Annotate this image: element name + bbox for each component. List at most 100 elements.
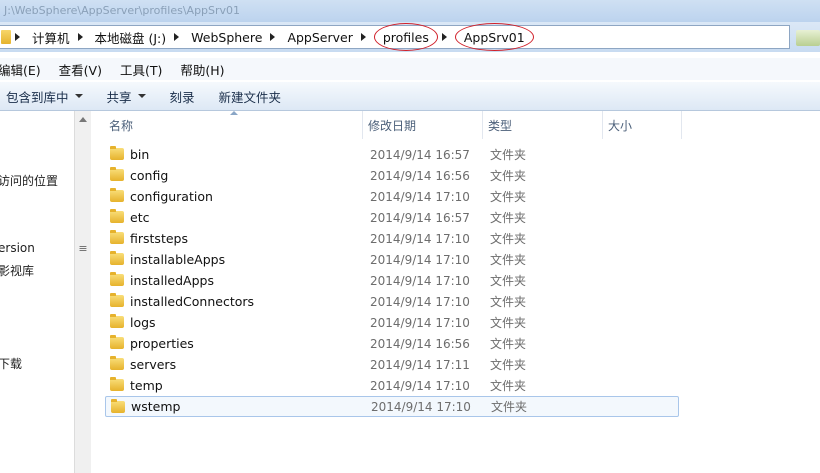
file-name: config [130,168,169,183]
folder-icon [110,167,124,181]
folder-icon [110,335,124,349]
file-type: 文件夹 [490,358,527,372]
chevron-right-icon[interactable] [270,33,276,41]
column-header-type[interactable]: 类型 [483,111,603,139]
chevron-right-icon[interactable] [174,33,180,41]
share-button[interactable]: 共享 [95,87,158,106]
column-header-name[interactable]: 名称 [104,111,363,139]
file-modified-date: 2014/9/14 17:10 [370,315,470,330]
file-name: installedApps [130,273,214,288]
file-name: installableApps [130,252,226,267]
sort-up-icon [230,111,238,115]
file-name: firststeps [130,231,188,246]
scroll-up-icon[interactable] [79,117,87,122]
caret-down-icon [74,94,83,98]
file-name: servers [130,357,177,372]
file-type: 文件夹 [490,295,527,309]
include-in-library-label: 包含到库中 [6,89,69,105]
folder-icon [110,356,124,370]
file-row[interactable]: installableApps 2014/9/14 17:10 文件夹 [105,249,679,270]
file-name: configuration [130,189,213,204]
file-modified-date: 2014/9/14 17:10 [370,294,470,309]
file-modified-date: 2014/9/14 17:10 [370,231,470,246]
burn-button[interactable]: 刻录 [158,87,207,106]
file-name: etc [130,210,150,225]
new-folder-button[interactable]: 新建文件夹 [207,87,294,106]
folder-icon [110,146,124,160]
include-in-library-button[interactable]: 包含到库中 [0,87,95,106]
chevron-right-icon[interactable] [360,33,366,41]
file-modified-date: 2014/9/14 17:10 [370,189,470,204]
folder-icon [110,293,124,307]
file-type: 文件夹 [490,232,527,246]
nav-item-recent-places[interactable]: 访问的位置 [0,172,58,189]
file-row[interactable]: bin 2014/9/14 16:57 文件夹 [105,144,679,165]
folder-icon [110,314,124,328]
menu-view[interactable]: 查看(V) [50,60,111,79]
scroll-thumb-grip-icon[interactable]: ≡ [75,241,91,257]
file-name: logs [130,315,156,330]
file-row[interactable]: firststeps 2014/9/14 17:10 文件夹 [105,228,679,249]
file-modified-date: 2014/9/14 16:57 [370,210,470,225]
nav-item-video-library[interactable]: 影视库 [0,262,34,279]
nav-item-downloads[interactable]: 下载 [0,355,22,372]
file-row[interactable]: config 2014/9/14 16:56 文件夹 [105,165,679,186]
refresh-button[interactable] [796,30,820,46]
window-title: J:\WebSphere\AppServer\profiles\AppSrv01 [4,4,241,17]
file-type: 文件夹 [491,400,528,414]
chevron-right-icon[interactable] [441,33,447,41]
file-row[interactable]: properties 2014/9/14 16:56 文件夹 [105,333,679,354]
file-type: 文件夹 [490,148,527,162]
file-type: 文件夹 [490,337,527,351]
file-name: bin [130,147,150,162]
folder-icon [1,30,11,44]
crumb-computer[interactable]: 计算机 [28,26,74,48]
menu-edit[interactable]: 编辑(E) [0,60,50,79]
file-name: installedConnectors [130,294,255,309]
file-modified-date: 2014/9/14 16:56 [370,336,470,351]
file-type: 文件夹 [490,211,527,225]
file-row[interactable]: temp 2014/9/14 17:10 文件夹 [105,375,679,396]
chevron-right-icon[interactable] [15,33,20,41]
nav-item-version[interactable]: ersion [0,241,35,255]
file-type: 文件夹 [490,253,527,267]
file-modified-date: 2014/9/14 17:10 [371,399,471,414]
file-name: properties [130,336,194,351]
file-modified-date: 2014/9/14 17:11 [370,357,470,372]
crumb-appserver[interactable]: AppServer [283,26,356,48]
file-row[interactable]: wstemp 2014/9/14 17:10 文件夹 [105,396,679,417]
file-row[interactable]: etc 2014/9/14 16:57 文件夹 [105,207,679,228]
menu-tools[interactable]: 工具(T) [111,60,171,79]
share-label: 共享 [106,89,132,105]
folder-icon [110,230,124,244]
crumb-appsrv01[interactable]: AppSrv01 [454,23,534,51]
crumb-local-disk-j[interactable]: 本地磁盘 (J:) [91,26,171,48]
file-row[interactable]: configuration 2014/9/14 17:10 文件夹 [105,186,679,207]
nav-scrollbar[interactable]: ≡ [74,111,91,473]
column-header-name-label: 名称 [109,118,134,133]
file-modified-date: 2014/9/14 17:10 [370,273,470,288]
column-header-date[interactable]: 修改日期 [363,111,483,139]
file-row[interactable]: installedConnectors 2014/9/14 17:10 文件夹 [105,291,679,312]
title-bar: J:\WebSphere\AppServer\profiles\AppSrv01 [0,0,820,22]
file-row[interactable]: logs 2014/9/14 17:10 文件夹 [105,312,679,333]
folder-icon [111,399,125,413]
file-type: 文件夹 [490,274,527,288]
folder-icon [110,272,124,286]
column-header-size[interactable]: 大小 [603,111,682,139]
crumb-profiles[interactable]: profiles [373,23,438,51]
folder-icon [110,188,124,202]
file-row[interactable]: installedApps 2014/9/14 17:10 文件夹 [105,270,679,291]
address-bar[interactable]: 计算机 本地磁盘 (J:) WebSphere AppServer profil… [0,23,790,51]
crumb-websphere[interactable]: WebSphere [187,26,266,48]
address-bar-area: 计算机 本地磁盘 (J:) WebSphere AppServer profil… [0,22,820,52]
file-modified-date: 2014/9/14 16:56 [370,168,470,183]
chevron-right-icon[interactable] [77,33,83,41]
file-type: 文件夹 [490,316,527,330]
file-modified-date: 2014/9/14 16:57 [370,147,470,162]
file-name: wstemp [131,399,181,414]
caret-down-icon [137,94,146,98]
column-headers: 名称 修改日期 类型 大小 [104,111,682,139]
file-row[interactable]: servers 2014/9/14 17:11 文件夹 [105,354,679,375]
menu-help[interactable]: 帮助(H) [171,60,233,79]
